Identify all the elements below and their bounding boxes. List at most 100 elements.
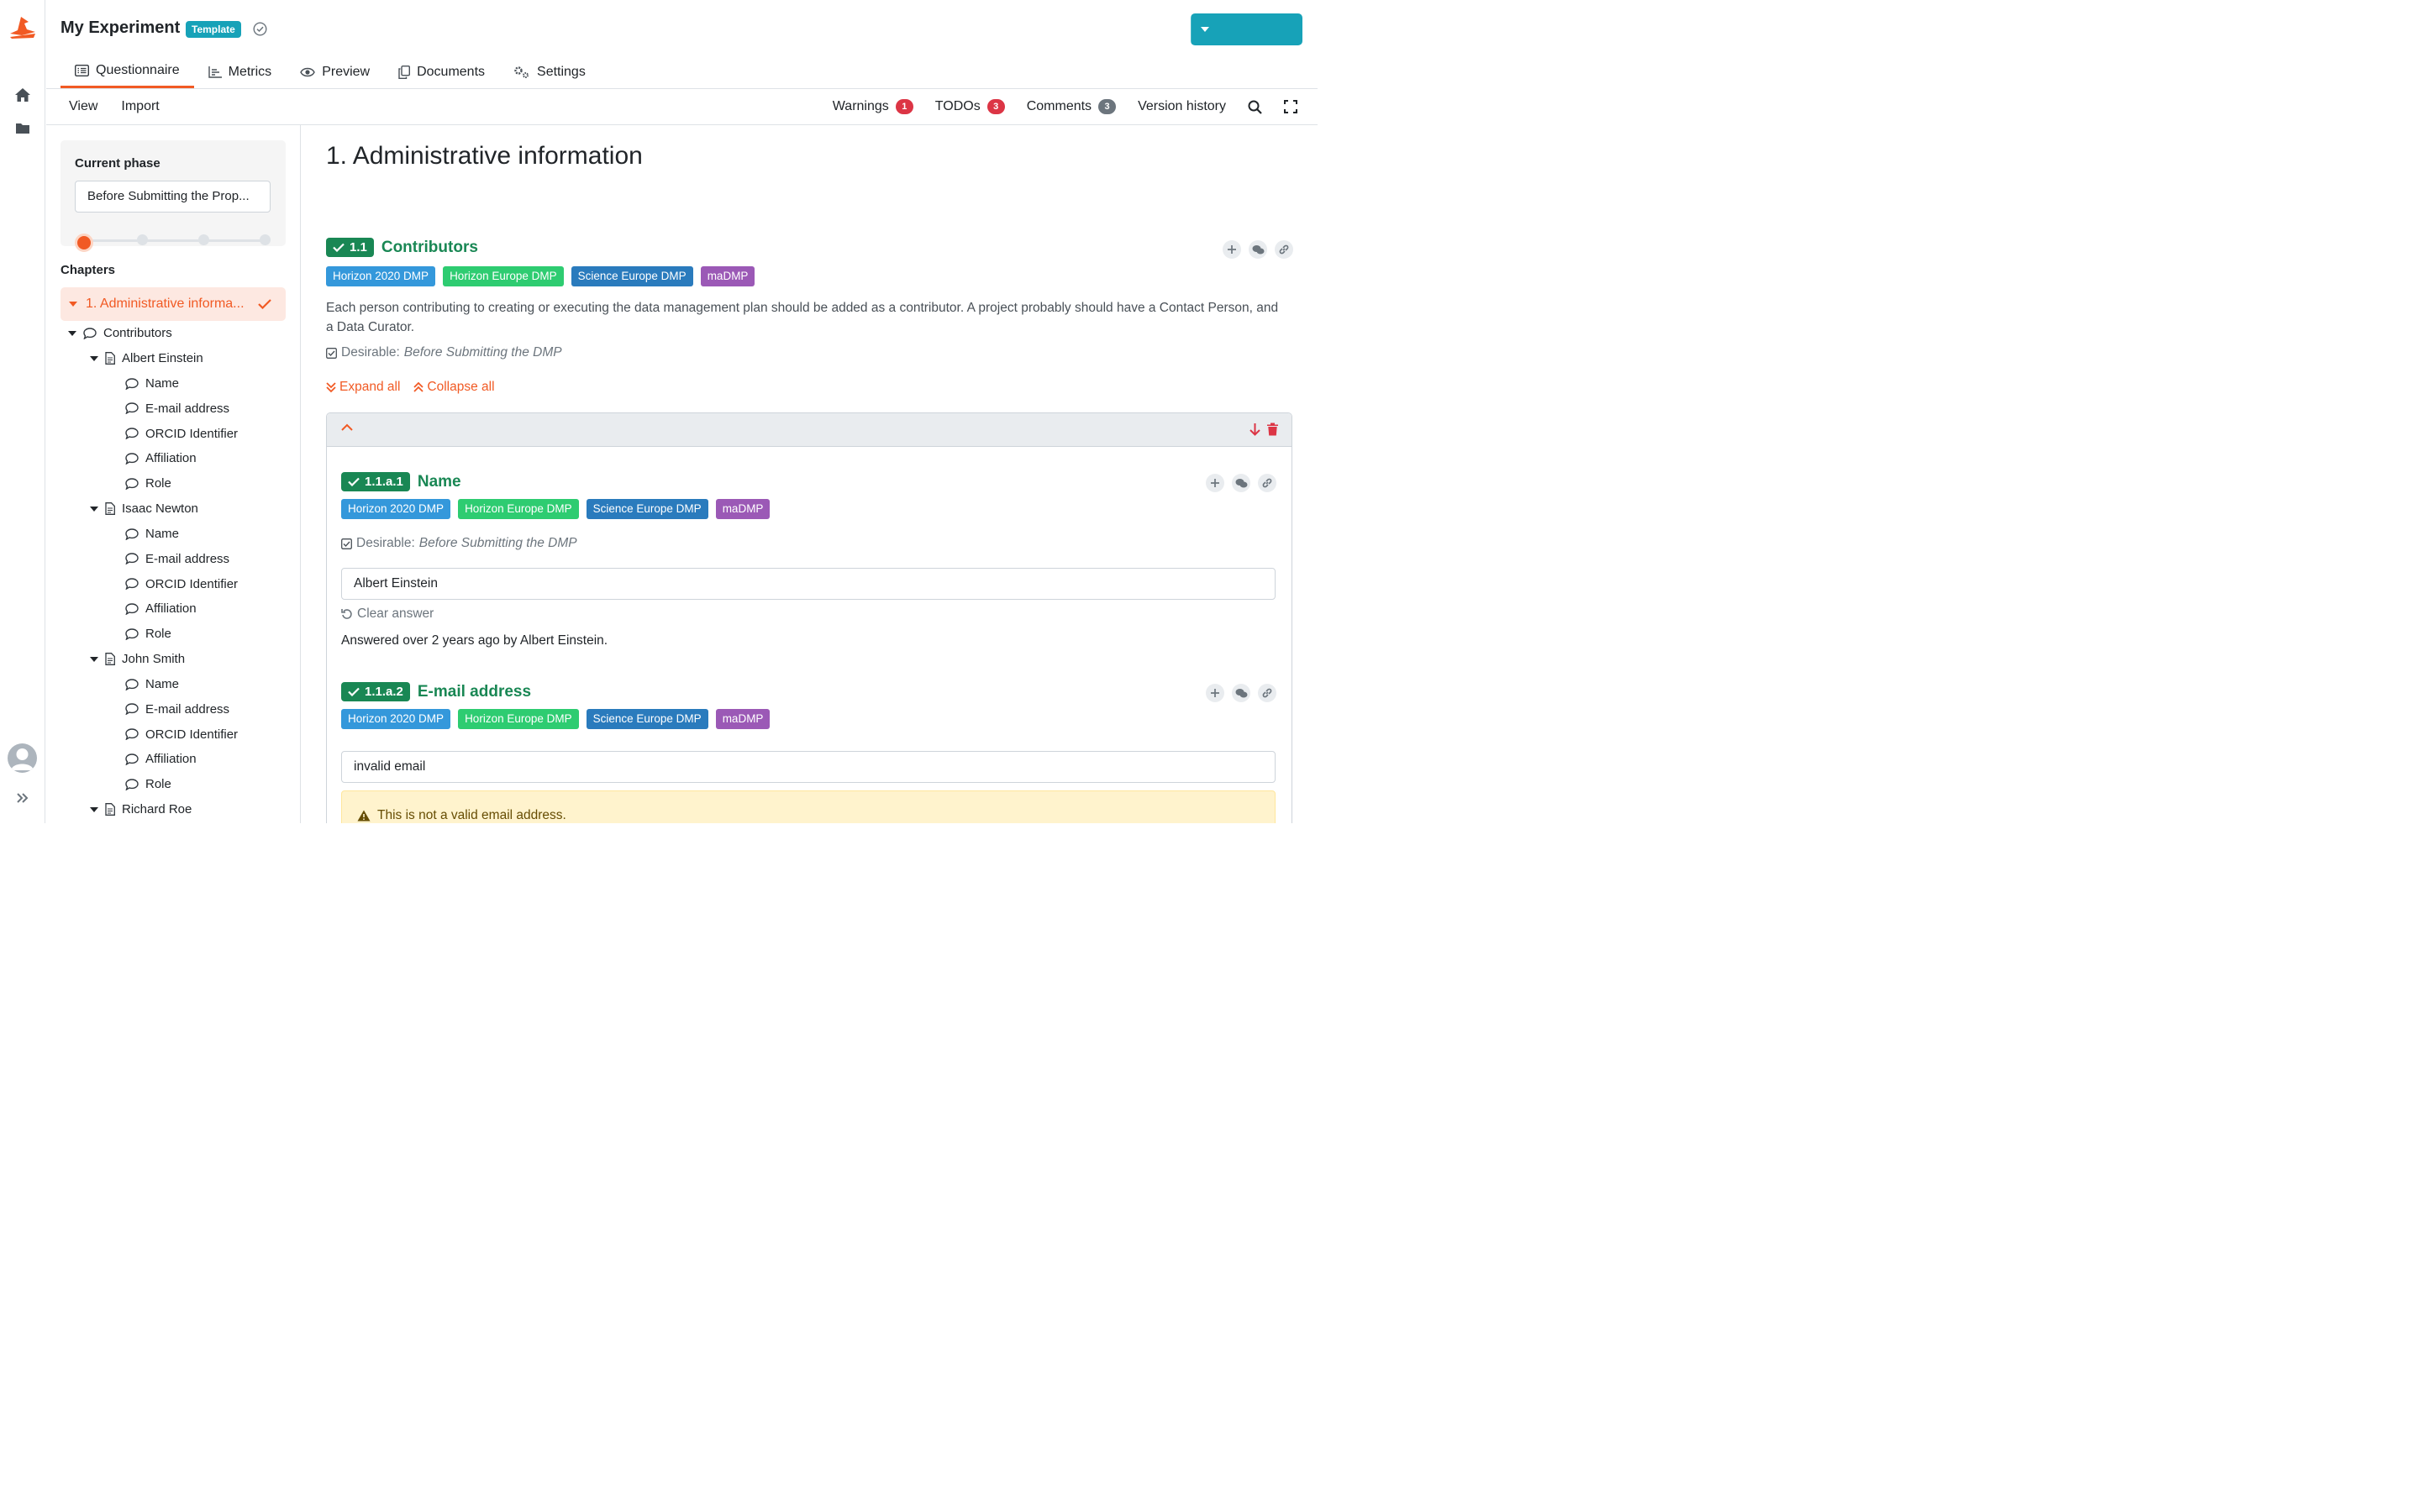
tag-madmp: maDMP bbox=[715, 709, 771, 729]
warnings-button[interactable]: Warnings 1 bbox=[833, 99, 913, 114]
tree-item-field[interactable]: Affiliation bbox=[125, 601, 197, 616]
check-icon bbox=[348, 687, 360, 696]
undo-icon bbox=[341, 609, 352, 619]
comment-icon bbox=[125, 528, 139, 540]
tree-item-field[interactable]: Role bbox=[125, 627, 171, 641]
tab-questionnaire[interactable]: Questionnaire bbox=[60, 55, 194, 88]
questionnaire-toolbar: View Import Warnings 1 TODOs 3 Comments … bbox=[46, 89, 1318, 125]
question-number-badge: 1.1 bbox=[326, 238, 374, 257]
tree-item-person[interactable]: Isaac Newton bbox=[90, 501, 198, 516]
comment-icon bbox=[125, 703, 139, 716]
tree-item-field[interactable]: Affiliation bbox=[125, 752, 197, 766]
phase-step-1[interactable] bbox=[75, 234, 93, 252]
import-menu[interactable]: Import bbox=[121, 99, 159, 114]
tree-item-field[interactable]: E-mail address bbox=[125, 402, 229, 416]
comment-icon bbox=[125, 627, 139, 640]
tree-item-field[interactable]: E-mail address bbox=[125, 552, 229, 566]
chapters-heading: Chapters bbox=[60, 263, 116, 277]
phase-select[interactable]: Before Submitting the Prop... bbox=[75, 181, 271, 213]
caret-down-icon bbox=[90, 656, 98, 662]
tab-metrics[interactable]: Metrics bbox=[194, 55, 287, 88]
comments-icon[interactable] bbox=[1249, 240, 1267, 259]
tree-item-person[interactable]: Albert Einstein bbox=[90, 351, 203, 365]
chevron-up-icon[interactable] bbox=[341, 423, 353, 431]
name-input[interactable]: Albert Einstein bbox=[341, 568, 1276, 600]
add-icon[interactable] bbox=[1206, 474, 1224, 492]
phase-step-3[interactable] bbox=[198, 234, 209, 245]
trash-icon[interactable] bbox=[1267, 423, 1278, 436]
search-icon[interactable] bbox=[1248, 100, 1262, 114]
tree-item-field[interactable]: ORCID Identifier bbox=[125, 577, 238, 591]
comment-icon bbox=[125, 377, 139, 390]
question-description: Each person contributing to creating or … bbox=[326, 301, 1279, 334]
move-down-icon[interactable] bbox=[1249, 423, 1260, 436]
question-title: Name bbox=[417, 472, 461, 491]
add-icon[interactable] bbox=[1223, 240, 1241, 259]
phase-step-4[interactable] bbox=[260, 234, 271, 245]
question-actions bbox=[1223, 240, 1293, 259]
question-header-name: 1.1.a.1 Name bbox=[341, 472, 461, 491]
tab-documents[interactable]: Documents bbox=[384, 55, 499, 88]
users-icon bbox=[1504, 481, 1521, 494]
question-title: Contributors bbox=[381, 238, 478, 256]
share-dropdown-toggle[interactable] bbox=[1191, 13, 1218, 45]
user-avatar[interactable] bbox=[8, 743, 37, 773]
question-title: E-mail address bbox=[417, 682, 532, 701]
tree-item-field[interactable]: Name bbox=[125, 376, 179, 391]
fullscreen-icon[interactable] bbox=[1284, 100, 1297, 113]
comment-icon bbox=[125, 553, 139, 565]
expand-all-button[interactable]: Expand all bbox=[326, 380, 400, 395]
phase-step-2[interactable] bbox=[137, 234, 148, 245]
expand-collapse-controls: Expand all Collapse all bbox=[326, 380, 495, 395]
link-icon[interactable] bbox=[1258, 684, 1276, 702]
tab-settings[interactable]: Settings bbox=[499, 55, 600, 88]
comment-icon bbox=[125, 753, 139, 765]
collapse-all-button[interactable]: Collapse all bbox=[413, 380, 495, 395]
home-icon[interactable] bbox=[14, 87, 31, 103]
project-title: My Experiment bbox=[60, 18, 181, 37]
comment-icon bbox=[125, 578, 139, 591]
share-button[interactable]: Share bbox=[1191, 13, 1564, 495]
checkbox-icon bbox=[326, 347, 337, 359]
check-icon bbox=[258, 299, 271, 309]
app-logo-icon[interactable] bbox=[8, 15, 37, 40]
comments-button[interactable]: Comments 3 bbox=[1027, 99, 1117, 114]
add-icon[interactable] bbox=[1206, 684, 1224, 702]
tree-item-person[interactable]: Richard Roe bbox=[90, 802, 192, 816]
tree-item-field[interactable]: E-mail address bbox=[125, 702, 229, 717]
tree-item-field[interactable]: ORCID Identifier bbox=[125, 727, 238, 742]
chapter-administrative-information[interactable]: 1. Administrative informa... bbox=[60, 287, 286, 321]
tree-item-field[interactable]: Name bbox=[125, 677, 179, 691]
document-icon bbox=[105, 352, 115, 365]
phase-panel: Current phase Before Submitting the Prop… bbox=[60, 140, 286, 252]
phase-label: Current phase bbox=[75, 156, 160, 171]
phase-track bbox=[81, 239, 266, 242]
version-history-button[interactable]: Version history bbox=[1138, 99, 1226, 114]
tree-item-field[interactable]: Role bbox=[125, 476, 171, 491]
comments-icon[interactable] bbox=[1232, 474, 1250, 492]
todos-button[interactable]: TODOs 3 bbox=[935, 99, 1005, 114]
link-icon[interactable] bbox=[1275, 240, 1293, 259]
tag-science-europe: Science Europe DMP bbox=[571, 266, 693, 286]
comments-icon[interactable] bbox=[1232, 684, 1250, 702]
clear-answer-button[interactable]: Clear answer bbox=[341, 606, 434, 622]
check-icon bbox=[348, 477, 360, 486]
tree-item-person[interactable]: John Smith bbox=[90, 652, 185, 666]
tree-item-field[interactable]: Affiliation bbox=[125, 451, 197, 465]
caret-down-icon bbox=[90, 806, 98, 812]
expand-sidebar-icon[interactable] bbox=[15, 791, 30, 805]
share-label: Share bbox=[1528, 480, 1564, 495]
view-menu[interactable]: View bbox=[69, 99, 97, 114]
tree-item-field[interactable]: ORCID Identifier bbox=[125, 427, 238, 441]
tree-item-field[interactable]: Name bbox=[125, 527, 179, 541]
email-input[interactable]: invalid email bbox=[341, 751, 1276, 783]
tree-item-contributors[interactable]: Contributors bbox=[68, 326, 172, 340]
double-chevron-down-icon bbox=[326, 382, 336, 393]
tab-preview[interactable]: Preview bbox=[286, 55, 384, 88]
tree-item-field[interactable]: Role bbox=[125, 777, 171, 791]
answered-info: Answered over 2 years ago by Albert Eins… bbox=[341, 633, 608, 648]
tag-madmp: maDMP bbox=[700, 266, 755, 286]
tag-horizon-2020: Horizon 2020 DMP bbox=[326, 266, 436, 286]
folder-icon[interactable] bbox=[14, 120, 31, 137]
link-icon[interactable] bbox=[1258, 474, 1276, 492]
